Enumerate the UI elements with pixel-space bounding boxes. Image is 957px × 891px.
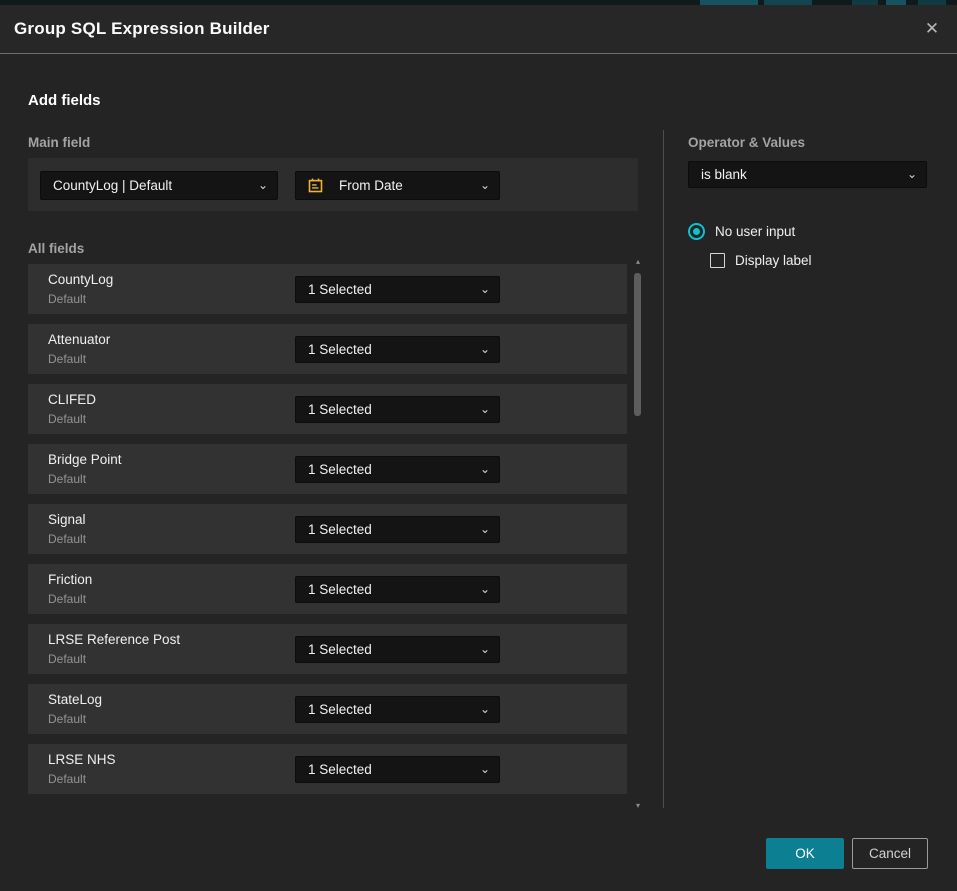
cancel-button[interactable]: Cancel [852,838,928,869]
selected-count: 1 Selected [308,462,372,477]
panel-divider [663,130,664,808]
field-subtitle: Default [48,472,86,486]
chevron-down-icon: ⌄ [480,343,490,355]
field-subtitle: Default [48,712,86,726]
field-row-statelog: StateLog Default 1 Selected ⌄ [28,684,627,734]
chevron-down-icon: ⌄ [480,523,490,535]
field-name: CLIFED [48,392,96,407]
main-field-layer-value: CountyLog | Default [53,178,172,193]
operator-dropdown[interactable]: is blank ⌄ [688,161,927,188]
display-label-text: Display label [735,253,812,268]
field-row-bridge-point: Bridge Point Default 1 Selected ⌄ [28,444,627,494]
field-row-friction: Friction Default 1 Selected ⌄ [28,564,627,614]
selected-count: 1 Selected [308,762,372,777]
field-subtitle: Default [48,652,86,666]
field-name: StateLog [48,692,102,707]
scroll-down-icon[interactable]: ▾ [632,802,644,810]
selected-count: 1 Selected [308,522,372,537]
chevron-down-icon: ⌄ [480,179,490,191]
chevron-down-icon: ⌄ [480,403,490,415]
field-selected-dropdown[interactable]: 1 Selected ⌄ [295,276,500,303]
field-subtitle: Default [48,772,86,786]
chevron-down-icon: ⌄ [480,283,490,295]
field-selected-dropdown[interactable]: 1 Selected ⌄ [295,516,500,543]
selected-count: 1 Selected [308,642,372,657]
all-fields-label: All fields [28,241,84,256]
chevron-down-icon: ⌄ [480,763,490,775]
all-fields-scrollbar[interactable]: ▴ ▾ [632,258,644,810]
selected-count: 1 Selected [308,402,372,417]
chevron-down-icon: ⌄ [258,179,268,191]
field-name: Attenuator [48,332,110,347]
field-row-countylog: CountyLog Default 1 Selected ⌄ [28,264,627,314]
selected-count: 1 Selected [308,282,372,297]
chevron-down-icon: ⌄ [480,643,490,655]
chevron-down-icon: ⌄ [480,703,490,715]
field-name: Bridge Point [48,452,122,467]
chevron-down-icon: ⌄ [480,583,490,595]
field-subtitle: Default [48,412,86,426]
main-field-panel: CountyLog | Default ⌄ From Date ⌄ [28,158,638,211]
operator-values-heading: Operator & Values [688,135,805,150]
no-user-input-label: No user input [715,224,795,239]
field-name: LRSE Reference Post [48,632,180,647]
no-user-input-radio[interactable]: No user input [688,223,795,240]
main-field-layer-select[interactable]: CountyLog | Default ⌄ [40,171,278,200]
field-selected-dropdown[interactable]: 1 Selected ⌄ [295,456,500,483]
field-row-lrse-reference-post: LRSE Reference Post Default 1 Selected ⌄ [28,624,627,674]
field-selected-dropdown[interactable]: 1 Selected ⌄ [295,756,500,783]
checkbox-unchecked-icon [710,253,725,268]
field-name: Friction [48,572,92,587]
ok-button[interactable]: OK [766,838,844,869]
display-label-checkbox[interactable]: Display label [710,253,812,268]
selected-count: 1 Selected [308,342,372,357]
field-selected-dropdown[interactable]: 1 Selected ⌄ [295,636,500,663]
chevron-down-icon: ⌄ [907,168,917,180]
calendar-date-icon [308,178,323,193]
field-row-signal: Signal Default 1 Selected ⌄ [28,504,627,554]
field-name: CountyLog [48,272,113,287]
main-field-field-value: From Date [339,178,403,193]
field-selected-dropdown[interactable]: 1 Selected ⌄ [295,336,500,363]
field-row-clifed: CLIFED Default 1 Selected ⌄ [28,384,627,434]
field-row-attenuator: Attenuator Default 1 Selected ⌄ [28,324,627,374]
scrollbar-thumb[interactable] [634,273,641,416]
dialog-header: Group SQL Expression Builder ✕ [0,5,957,54]
add-fields-heading: Add fields [28,92,101,109]
field-name: LRSE NHS [48,752,116,767]
close-icon[interactable]: ✕ [919,16,945,42]
field-row-lrse-nhs: LRSE NHS Default 1 Selected ⌄ [28,744,627,794]
field-name: Signal [48,512,86,527]
field-selected-dropdown[interactable]: 1 Selected ⌄ [295,396,500,423]
dialog-title: Group SQL Expression Builder [14,19,270,39]
selected-count: 1 Selected [308,582,372,597]
field-subtitle: Default [48,532,86,546]
main-field-label: Main field [28,135,90,150]
scroll-up-icon[interactable]: ▴ [632,258,644,266]
main-field-field-select[interactable]: From Date ⌄ [295,171,500,200]
field-subtitle: Default [48,592,86,606]
field-selected-dropdown[interactable]: 1 Selected ⌄ [295,576,500,603]
selected-count: 1 Selected [308,702,372,717]
chevron-down-icon: ⌄ [480,463,490,475]
field-subtitle: Default [48,292,86,306]
field-subtitle: Default [48,352,86,366]
field-selected-dropdown[interactable]: 1 Selected ⌄ [295,696,500,723]
radio-selected-icon [688,223,705,240]
operator-value: is blank [701,167,747,182]
group-sql-expression-builder-dialog: Group SQL Expression Builder ✕ Add field… [0,5,957,891]
